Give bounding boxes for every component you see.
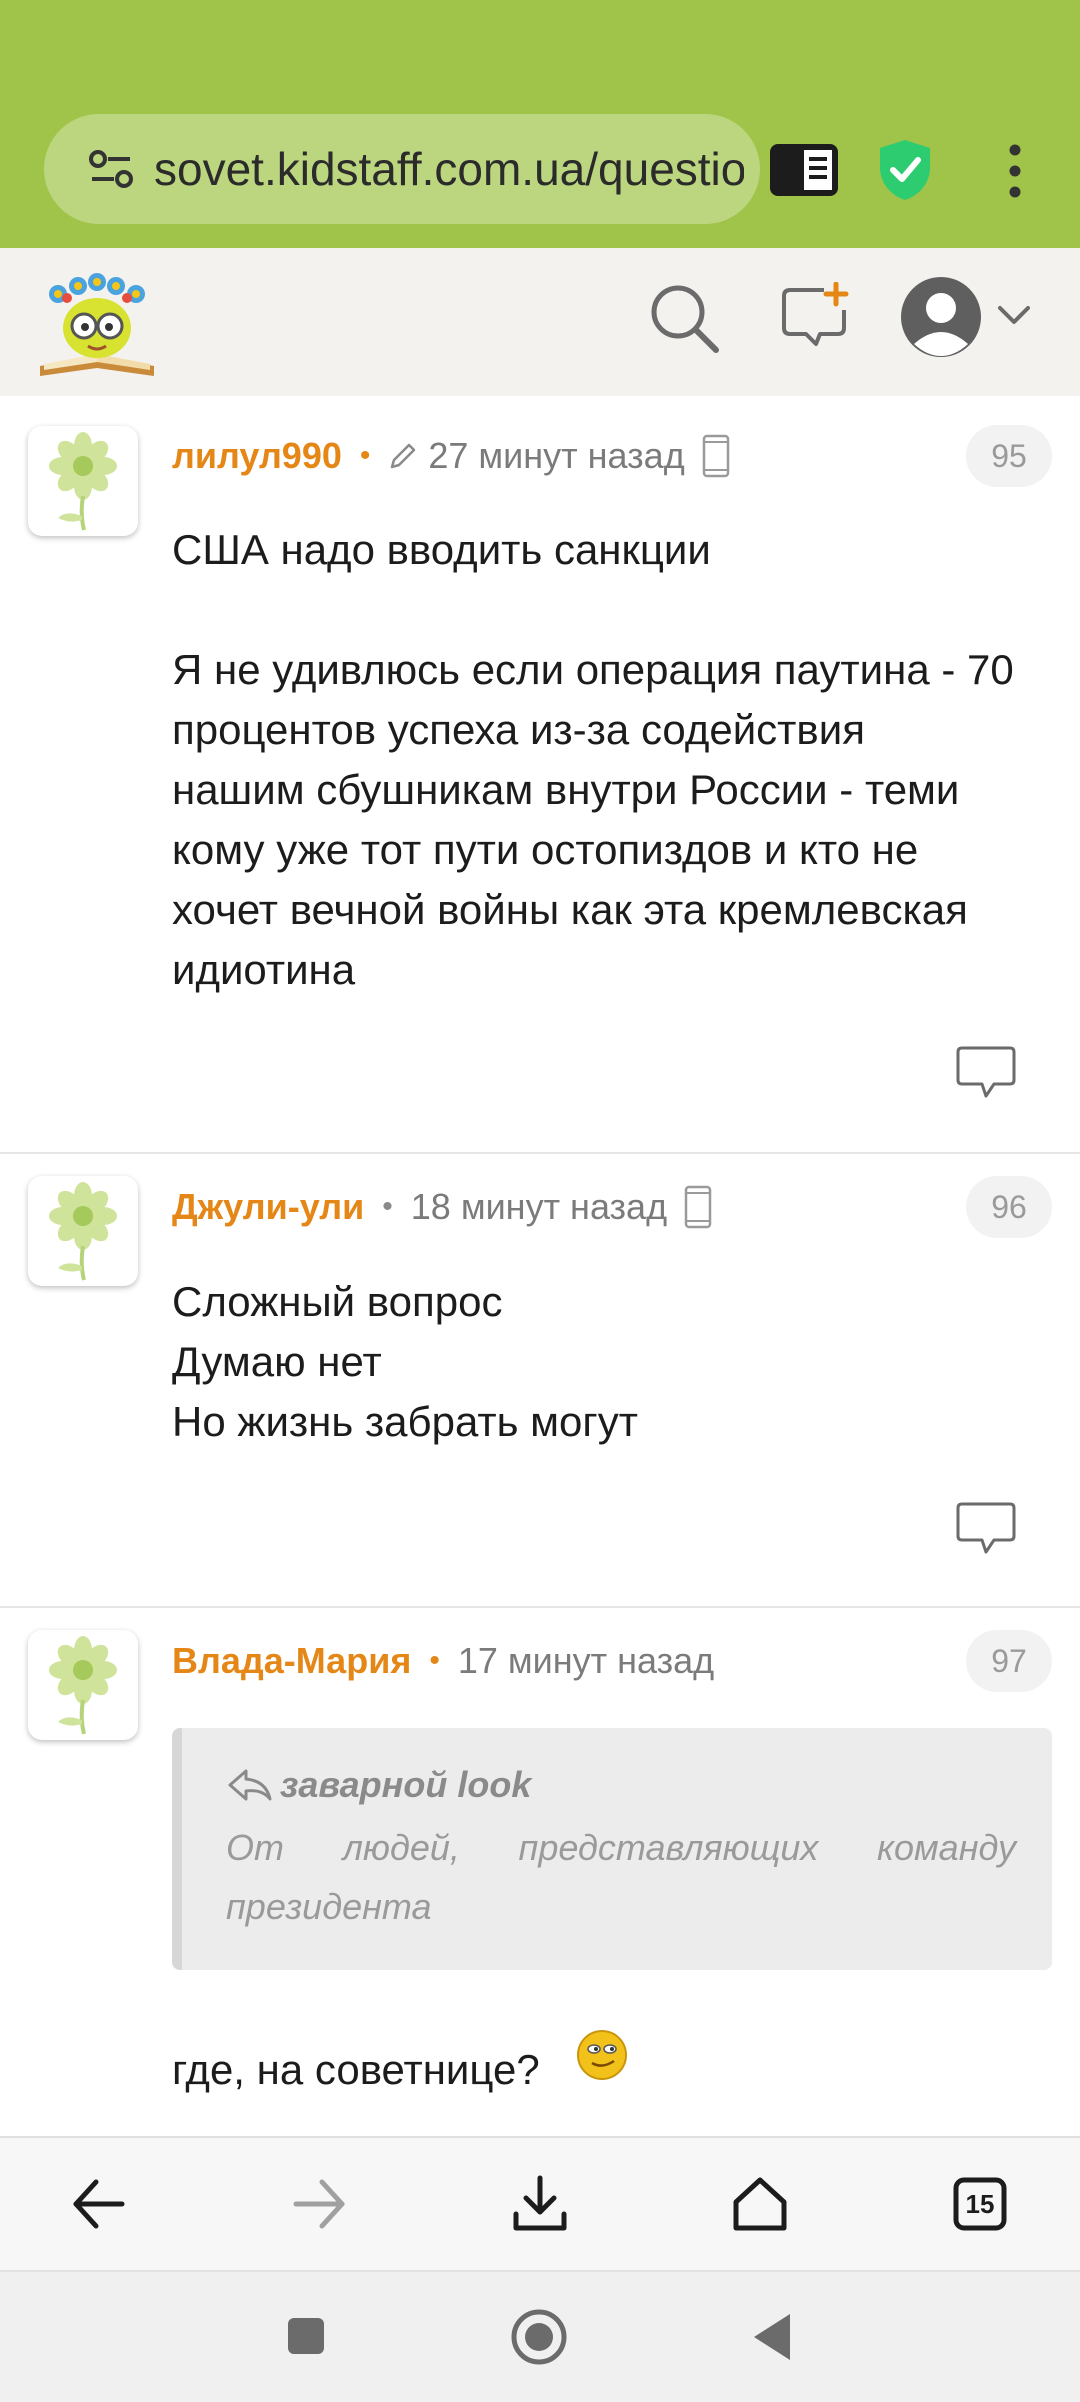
browser-toolbar: sovet.kidstaff.com.ua/questio [0, 0, 1080, 248]
download-icon[interactable] [510, 2174, 570, 2234]
reader-mode-icon[interactable] [768, 142, 840, 198]
comment-line: США надо вводить санкции [172, 526, 711, 573]
comment-line: Сложный вопрос [172, 1278, 503, 1325]
mobile-device-icon [684, 1185, 712, 1229]
home-icon[interactable] [730, 2174, 790, 2234]
comment-line: Но жизнь забрать могут [172, 1398, 638, 1445]
comment-line: нашим сбушникам внутри России - теми [172, 766, 960, 813]
comment-author[interactable]: лилул990 [172, 435, 342, 477]
comment-line [172, 580, 1052, 640]
site-logo[interactable] [34, 270, 160, 382]
comment-line: кому уже тот пути остопиздов и кто не [172, 826, 919, 873]
back-arrow-icon[interactable] [68, 2174, 128, 2234]
comment-text: США надо вводить санкции Я не удивлюсь е… [172, 520, 1052, 1000]
tune-icon[interactable] [88, 146, 134, 192]
avatar[interactable] [28, 1176, 138, 1286]
system-nav-bar [0, 2270, 1080, 2402]
comment-meta: Джули-ули • 18 минут назад [172, 1182, 713, 1232]
reply-icon[interactable] [956, 1046, 1016, 1098]
search-icon[interactable] [648, 282, 720, 354]
comment-number[interactable]: 95 [966, 425, 1052, 487]
comments-list: лилул990 • 27 минут назад 95 США надо вв… [0, 396, 1080, 2136]
flower-icon [49, 1182, 117, 1281]
add-chat-icon[interactable] [780, 282, 850, 354]
comment-meta: лилул990 • 27 минут назад [172, 431, 731, 481]
comment-line: Я не удивлюсь если операция паутина - 70 [172, 646, 1014, 693]
comment-author[interactable]: Джули-ули [172, 1186, 364, 1228]
separator-dot: • [429, 1644, 440, 1677]
comment-number[interactable]: 96 [966, 1176, 1052, 1238]
comment-number[interactable]: 97 [966, 1630, 1052, 1692]
comment-text: где, на советнице? [172, 2030, 1052, 2100]
separator-dot: • [359, 439, 371, 472]
comment-author[interactable]: Влада-Мария [172, 1640, 411, 1682]
chevron-down-icon[interactable] [996, 304, 1032, 328]
comment-item: Влада-Мария • 17 минут назад 97 заварной… [0, 1606, 1080, 2136]
address-bar[interactable]: sovet.kidstaff.com.ua/questio [44, 114, 760, 224]
reply-arrow-icon [228, 1769, 272, 1801]
comment-item: Джули-ули • 18 минут назад 96 Сложный во… [0, 1152, 1080, 1608]
more-vert-icon[interactable] [1000, 144, 1030, 198]
quote-block: заварной look От людей, представляющих к… [172, 1728, 1052, 1970]
comment-time: 18 минут назад [410, 1186, 668, 1227]
tabs-icon[interactable]: 15 [950, 2174, 1010, 2234]
comment-line: хочет вечной войны как эта кремлевская [172, 886, 968, 933]
comment-line: процентов успеха из-за содействия [172, 706, 865, 753]
pencil-icon [391, 443, 416, 469]
url-text[interactable]: sovet.kidstaff.com.ua/questio [154, 114, 744, 224]
user-avatar-icon[interactable] [900, 276, 982, 358]
comment-text: Сложный вопрос Думаю нет Но жизнь забрат… [172, 1272, 1052, 1452]
comment-item: лилул990 • 27 минут назад 95 США надо вв… [0, 396, 1080, 1154]
separator-dot: • [382, 1190, 393, 1223]
shield-check-icon[interactable] [878, 138, 932, 202]
mobile-device-icon [702, 434, 729, 478]
back-nav-icon[interactable] [752, 2312, 792, 2362]
home-nav-icon[interactable] [510, 2308, 568, 2366]
comment-time: 27 минут назад [428, 435, 685, 476]
tab-count: 15 [965, 2189, 995, 2219]
avatar[interactable] [28, 426, 138, 536]
comment-meta: Влада-Мария • 17 минут назад [172, 1636, 714, 1686]
quote-author[interactable]: заварной look [280, 1764, 531, 1806]
flower-icon [49, 432, 117, 531]
comment-time: 17 минут назад [457, 1640, 715, 1681]
forward-arrow-icon[interactable] [290, 2174, 350, 2234]
quote-header: заварной look [226, 1764, 531, 1806]
quote-text: От людей, представляющих команду президе… [226, 1827, 1016, 1927]
smiley-icon [576, 2030, 627, 2080]
comment-line: идиотина [172, 946, 356, 993]
comment-line: Думаю нет [172, 1338, 382, 1385]
reply-icon[interactable] [956, 1502, 1016, 1554]
browser-bottom-toolbar: 15 [0, 2136, 1080, 2272]
site-header [0, 248, 1080, 398]
avatar[interactable] [28, 1630, 138, 1740]
comment-line: где, на советнице? [172, 2046, 540, 2093]
recents-icon[interactable] [286, 2316, 326, 2356]
flower-icon [49, 1636, 117, 1735]
